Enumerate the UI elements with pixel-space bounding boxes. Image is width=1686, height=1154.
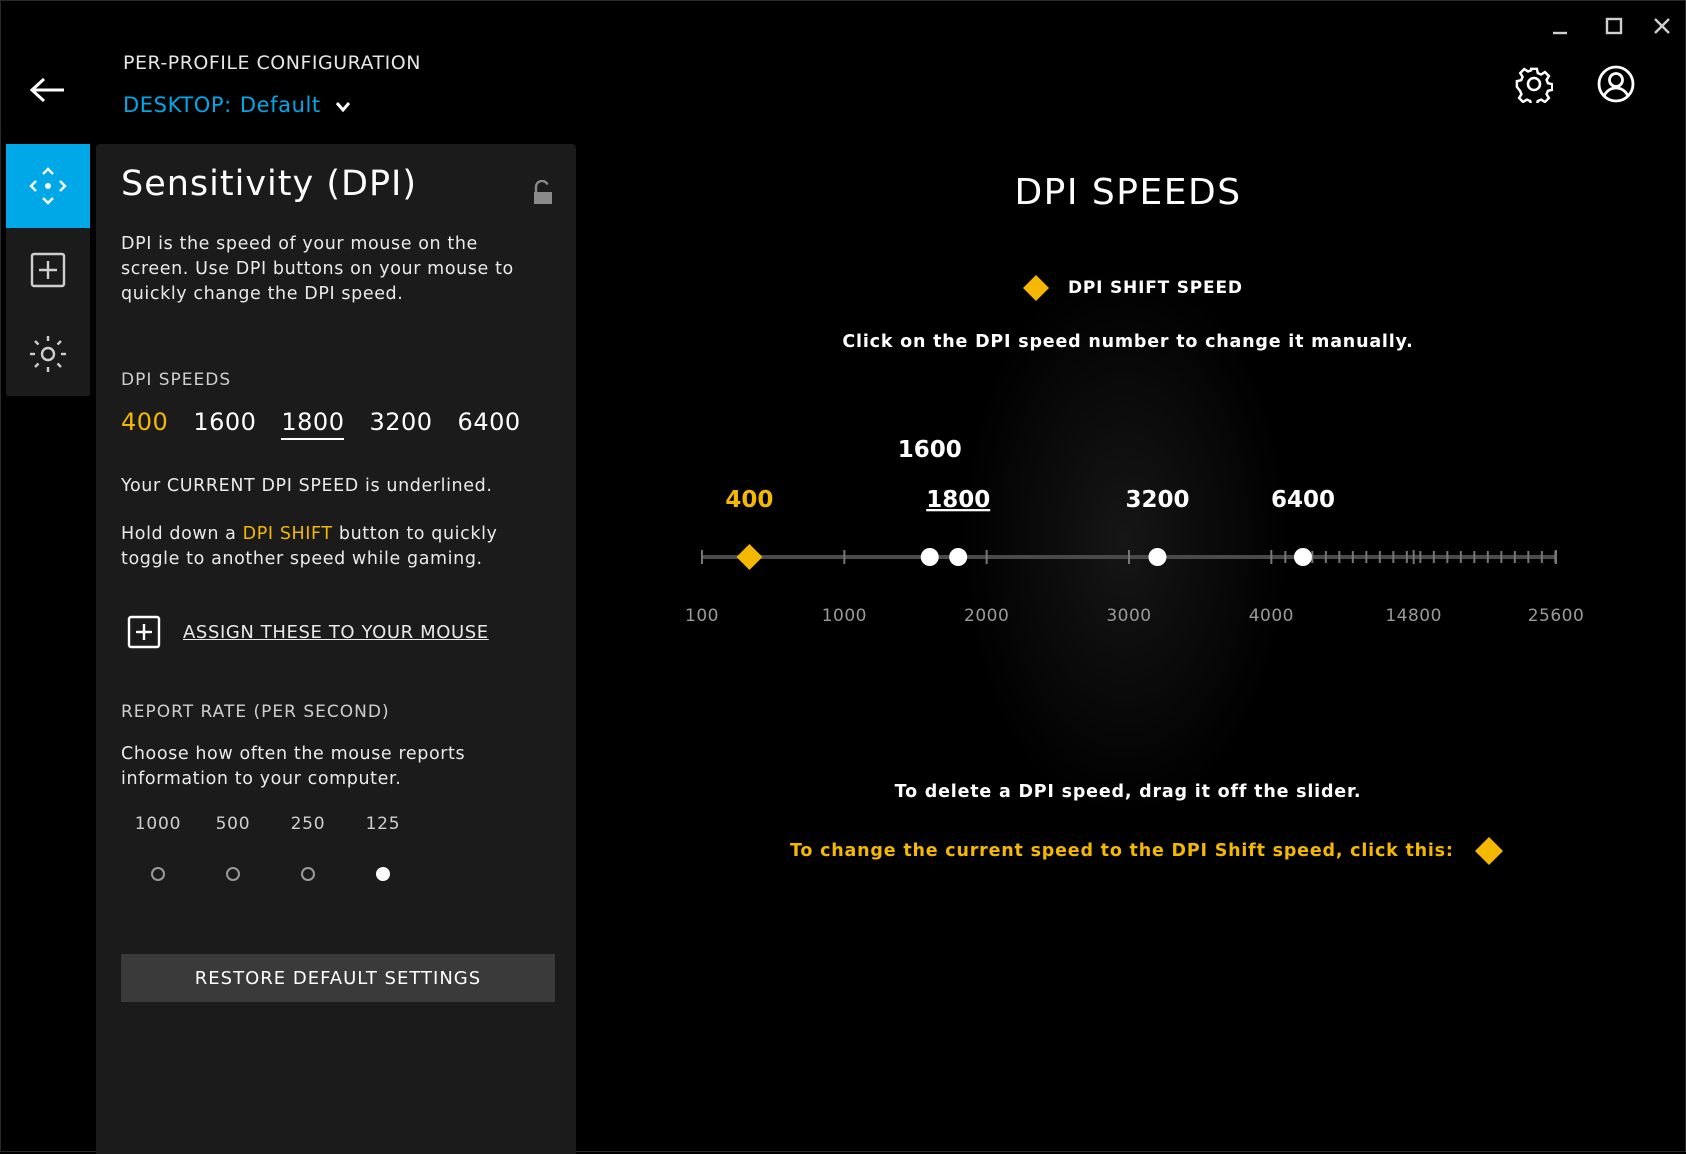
move-arrows-icon (29, 167, 67, 205)
back-button[interactable] (26, 70, 70, 110)
shift-change-hint: To change the current speed to the DPI S… (790, 836, 1504, 866)
close-icon (1654, 18, 1670, 34)
slider-axis-label: 100 (685, 606, 719, 626)
dpi-speed-1800[interactable]: 1800 (281, 408, 345, 440)
dpi-shift-legend: DPI SHIFT SPEED (1022, 274, 1243, 302)
dpi-shift-highlight: DPI SHIFT (242, 524, 333, 544)
report-rate-radio-1000[interactable] (151, 867, 165, 881)
diamond-icon (1023, 275, 1049, 301)
slider-axis-label: 3000 (1106, 606, 1151, 626)
close-button[interactable] (1642, 8, 1682, 44)
profile-name: Default (239, 93, 321, 117)
dpi-shift-note: Hold down a DPI SHIFT button to quickly … (121, 522, 541, 572)
settings-button[interactable] (1512, 62, 1556, 106)
main-title: DPI SPEEDS (1014, 172, 1242, 213)
slider-axis-label: 2000 (964, 606, 1009, 626)
dpi-marker-label-6400[interactable]: 6400 (1271, 487, 1335, 513)
gear-icon (1515, 67, 1553, 103)
manual-change-hint: Click on the DPI speed number to change … (842, 332, 1414, 352)
dpi-marker-3200[interactable] (1148, 548, 1167, 566)
slider-axis-label: 4000 (1249, 606, 1294, 626)
delete-hint: To delete a DPI speed, drag it off the s… (894, 782, 1362, 802)
minimize-button[interactable] (1540, 8, 1580, 44)
restore-default-button[interactable]: RESTORE DEFAULT SETTINGS (121, 954, 555, 1002)
dpi-speed-6400[interactable]: 6400 (458, 408, 521, 440)
profile-dropdown[interactable]: DESKTOP: Default (123, 93, 351, 117)
section-label: PER-PROFILE CONFIGURATION (123, 52, 421, 74)
slider-axis-label: 1000 (822, 606, 867, 626)
account-button[interactable] (1594, 62, 1638, 106)
lock-button[interactable] (532, 179, 554, 206)
current-dpi-note: Your CURRENT DPI SPEED is underlined. (121, 476, 493, 496)
maximize-button[interactable] (1594, 8, 1634, 44)
dpi-marker-label-1600[interactable]: 1600 (898, 437, 962, 463)
profile-device: DESKTOP: (123, 93, 232, 117)
chevron-down-icon (335, 102, 350, 113)
dpi-shift-note-pre: Hold down a (121, 524, 243, 544)
dpi-marker-1800[interactable] (949, 548, 968, 566)
assign-label: ASSIGN THESE TO YOUR MOUSE (183, 621, 489, 643)
report-rate-label-500: 500 (215, 814, 251, 834)
dpi-marker-400[interactable] (736, 544, 763, 570)
dpi-slider[interactable]: 100 1000 2000 3000 4000 14800 25600 400 1600 1800… (660, 430, 1600, 640)
report-rate-radio-250[interactable] (301, 867, 315, 881)
dpi-speeds-label: DPI SPEEDS (121, 370, 232, 390)
user-circle-icon (1597, 65, 1635, 103)
shift-change-hint-label: To change the current speed to the DPI S… (790, 841, 1454, 861)
report-rate-label-1000: 1000 (134, 814, 182, 834)
dpi-speed-list: 400 1600 1800 3200 6400 (121, 408, 546, 440)
left-nav (6, 144, 90, 396)
dpi-marker-label-3200[interactable]: 3200 (1125, 487, 1189, 513)
report-rate-description: Choose how often the mouse reports infor… (121, 744, 466, 789)
dpi-marker-label-1800[interactable]: 1800 (926, 487, 990, 513)
arrow-left-icon (30, 77, 64, 103)
panel-title: Sensitivity (DPI) (121, 164, 418, 204)
unlock-icon (534, 179, 552, 204)
slider-axis-label: 14800 (1385, 606, 1442, 626)
panel-description: DPI is the speed of your mouse on the sc… (121, 234, 514, 304)
report-rate-label: REPORT RATE (PER SECOND) (121, 702, 390, 722)
report-rate-radio-500[interactable] (226, 867, 240, 881)
minimize-icon (1553, 31, 1567, 35)
report-rate-label-125: 125 (365, 814, 401, 834)
nav-assignments[interactable] (6, 228, 90, 312)
slider-axis-label: 25600 (1528, 606, 1585, 626)
dpi-shift-legend-label: DPI SHIFT SPEED (1068, 278, 1243, 298)
plus-square-icon (127, 615, 161, 649)
assign-to-mouse-link[interactable]: ASSIGN THESE TO YOUR MOUSE (126, 614, 489, 650)
dpi-speed-400[interactable]: 400 (121, 408, 168, 440)
nav-sensitivity[interactable] (6, 144, 90, 228)
dpi-speed-3200[interactable]: 3200 (369, 408, 432, 440)
report-rate-label-250: 250 (290, 814, 326, 834)
plus-square-icon (30, 252, 66, 288)
sensitivity-panel: Sensitivity (DPI) DPI is the speed of yo… (96, 144, 576, 1154)
dpi-speed-1600[interactable]: 1600 (193, 408, 256, 440)
maximize-icon (1605, 17, 1623, 35)
nav-lighting[interactable] (6, 312, 90, 396)
sun-icon (30, 336, 66, 372)
report-rate-radio-125[interactable] (376, 867, 390, 881)
dpi-marker-6400[interactable] (1293, 548, 1312, 566)
dpi-marker-label-400[interactable]: 400 (725, 487, 773, 513)
dpi-marker-1600[interactable] (920, 548, 939, 566)
set-shift-diamond-button[interactable] (1474, 836, 1504, 866)
